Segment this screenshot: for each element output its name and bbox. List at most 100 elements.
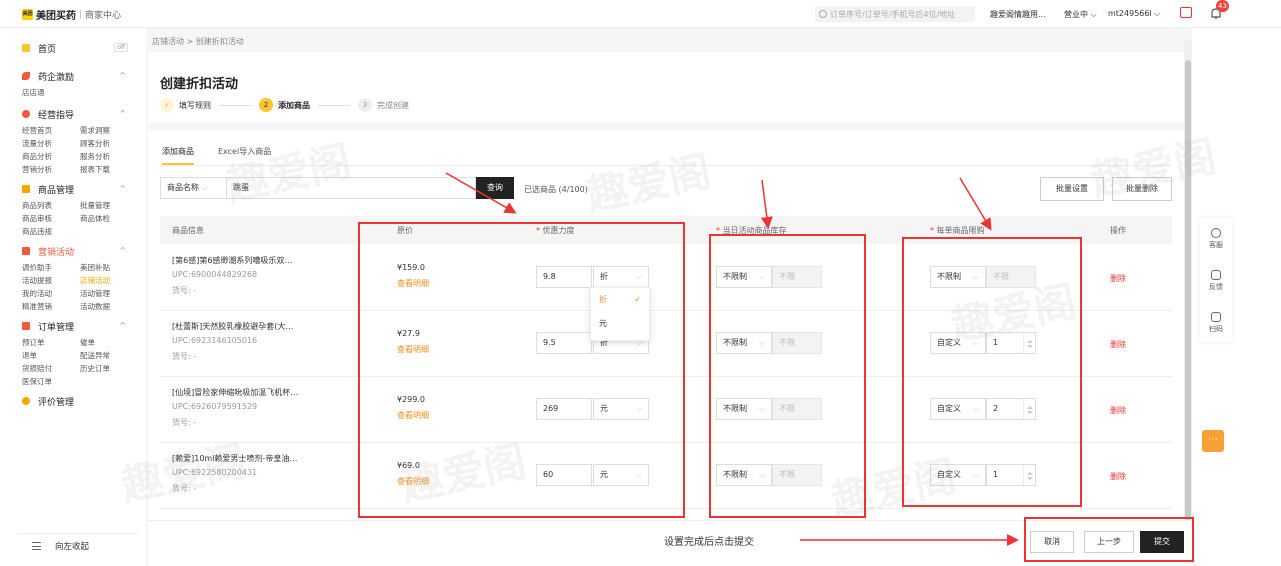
product-upc: UPC:6926079591529 [172,402,258,411]
step-connector [219,104,251,106]
gift-icon [22,247,30,255]
sidebar-item-label: 首页 [38,44,57,55]
sidebar-item[interactable]: 退单 [22,349,80,362]
customer-service-button[interactable]: 客服 [1200,228,1232,250]
sidebar-item-home[interactable]: 首页 off [18,38,138,58]
product-name: [仙境]冒险家伸缩吮吸加温飞机杯… [172,388,299,397]
float-label: 客服 [1209,241,1223,249]
tab-bar: 添加商品 Excel导入商品 [162,146,295,165]
step-connector [318,104,350,106]
collapse-label: 向左收起 [55,541,90,552]
sidebar-item[interactable]: 经营首页 [22,124,80,137]
sidebar-item[interactable]: 调价助手 [22,261,80,274]
sidebar-item[interactable]: 历史订单 [80,362,138,375]
product-upc: UPC:6922580200431 [172,468,258,477]
delete-link[interactable]: 删除 [1110,273,1126,284]
scrollbar-thumb[interactable] [1185,60,1191,520]
chat-icon[interactable]: ⋯ [1202,430,1224,452]
step-2-number: 2 [259,98,273,112]
batch-delete-button[interactable]: 批量删除 [1112,177,1172,201]
sidebar-item-active[interactable]: 店铺活动 [80,274,138,287]
sidebar-guide-items: 经营首页 需求洞察 流量分析 顾客分析 商品分析 服务分析 营销分析 报表下载 [18,124,138,176]
sidebar-group-label: 评价管理 [38,397,75,408]
brand-logo[interactable]: 美团 美团买药 | 商家中心 [22,7,121,22]
sidebar-item[interactable]: 顾客分析 [80,137,138,150]
sidebar-group-goods[interactable]: 商品管理 ^ [18,179,138,199]
delete-link[interactable]: 删除 [1110,405,1126,416]
sidebar-item[interactable]: 商品审核 [22,212,80,225]
qr-code-icon [1211,312,1221,322]
search-icon [819,10,827,18]
sidebar-group-reviews[interactable]: 评价管理 [18,391,138,411]
search-placeholder: 订单序号/订单号/手机号后4位/地址 [830,9,956,19]
order-search-input[interactable]: 订单序号/订单号/手机号后4位/地址 [815,6,975,22]
tab-add-goods[interactable]: 添加商品 [162,146,194,165]
tab-excel-import[interactable]: Excel导入商品 [218,146,271,165]
sidebar-item[interactable]: 催单 [80,336,138,349]
annotation-box-stock [709,234,866,518]
sidebar-item[interactable]: 商品违规 [22,225,80,238]
business-status-label: 营业中 [1064,10,1088,19]
annotation-box-buttons [1024,517,1194,562]
sidebar-group-label: 经营指导 [38,110,75,121]
sidebar-item[interactable]: 美团补贴 [80,261,138,274]
sidebar-item[interactable]: 医保订单 [22,375,80,388]
feedback-button[interactable]: 反馈 [1200,270,1232,292]
float-label: 反馈 [1209,283,1223,291]
printer-icon[interactable] [1180,7,1192,18]
sidebar-item[interactable]: 报表下载 [80,163,138,176]
sidebar-item[interactable]: 商品体检 [80,212,138,225]
sidebar-orders-items: 预订单 催单 退单 配送异常 货损赔付 历史订单 医保订单 [18,336,138,388]
shop-name[interactable]: 趣爱阁情趣用... [990,9,1046,20]
sidebar-item[interactable]: 批量管理 [80,199,138,212]
product-name: [第6感]第6感缈潮系列嘈吸乐双… [172,256,293,265]
sidebar-item[interactable]: 活动数据 [80,300,138,313]
sidebar-item[interactable]: 营销分析 [22,163,80,176]
sidebar-item[interactable]: 活动管理 [80,287,138,300]
sidebar-item[interactable]: 货损赔付 [22,362,80,375]
pie-icon [22,110,30,118]
product-upc: UPC:6923146105016 [172,336,258,345]
sidebar-item[interactable]: 预订单 [22,336,80,349]
sidebar-item[interactable]: 活动提报 [22,274,80,287]
delete-link[interactable]: 删除 [1110,339,1126,350]
scan-button[interactable]: 扫码 [1200,312,1232,334]
search-input[interactable]: 跳蛋 [226,177,476,199]
rocket-icon [22,72,30,80]
sidebar-group-orders[interactable]: 订单管理 ^ [18,316,138,336]
sidebar-group-label: 药企激励 [38,72,75,83]
business-status-dropdown[interactable]: 营业中 ⌵ [1064,9,1097,20]
sidebar-group-guide[interactable]: 经营指导 ^ [18,104,138,124]
user-name: mt249566l [1108,9,1152,18]
product-upc: UPC:6900044829268 [172,270,258,279]
chevron-down-icon: ⌵ [201,183,208,192]
breadcrumb[interactable]: 店铺活动 > 创建折扣活动 [152,36,244,47]
sidebar-item[interactable]: 精准营销 [22,300,80,313]
sidebar-item[interactable]: 需求洞察 [80,124,138,137]
query-button[interactable]: 查询 [476,177,514,199]
sidebar-group-marketing[interactable]: 营销活动 ^ [18,241,138,261]
sidebar-item[interactable]: 流量分析 [22,137,80,150]
sidebar-item[interactable]: 配送异常 [80,349,138,362]
product-name: [赖爱]10ml赖爱男士喷剂-帝皇油… [172,454,298,463]
annotation-box-discount [358,222,685,518]
batch-set-button[interactable]: 批量设置 [1040,177,1104,201]
search-field-select[interactable]: 商品名称 ⌵ [160,177,226,199]
sidebar-item[interactable]: 商品分析 [22,150,80,163]
delete-link[interactable]: 删除 [1110,471,1126,482]
product-sku: 货号: - [172,352,197,361]
column-header-info: 商品信息 [172,226,204,235]
sidebar-item[interactable]: 服务分析 [80,150,138,163]
collapse-sidebar-button[interactable]: 向左收起 [18,533,138,557]
sidebar-marketing-items: 调价助手 美团补贴 活动提报 店铺活动 我的活动 活动管理 精准营销 活动数据 [18,261,138,313]
selected-count: 已选商品 (4/100) [524,185,588,194]
float-toolbar: 客服 反馈 扫码 [1200,218,1232,342]
sidebar-item[interactable]: 我的活动 [22,287,80,300]
brand-name: 美团买药 [36,11,76,22]
off-badge: off [114,43,128,52]
sidebar-group-incentive[interactable]: 药企激励 ^ [18,66,138,86]
sidebar-item-diantong[interactable]: 店店通 [18,86,138,100]
sidebar-item[interactable]: 商品列表 [22,199,80,212]
user-menu[interactable]: mt249566l ⌵ [1108,9,1160,19]
step-3-number: 3 [358,98,372,112]
